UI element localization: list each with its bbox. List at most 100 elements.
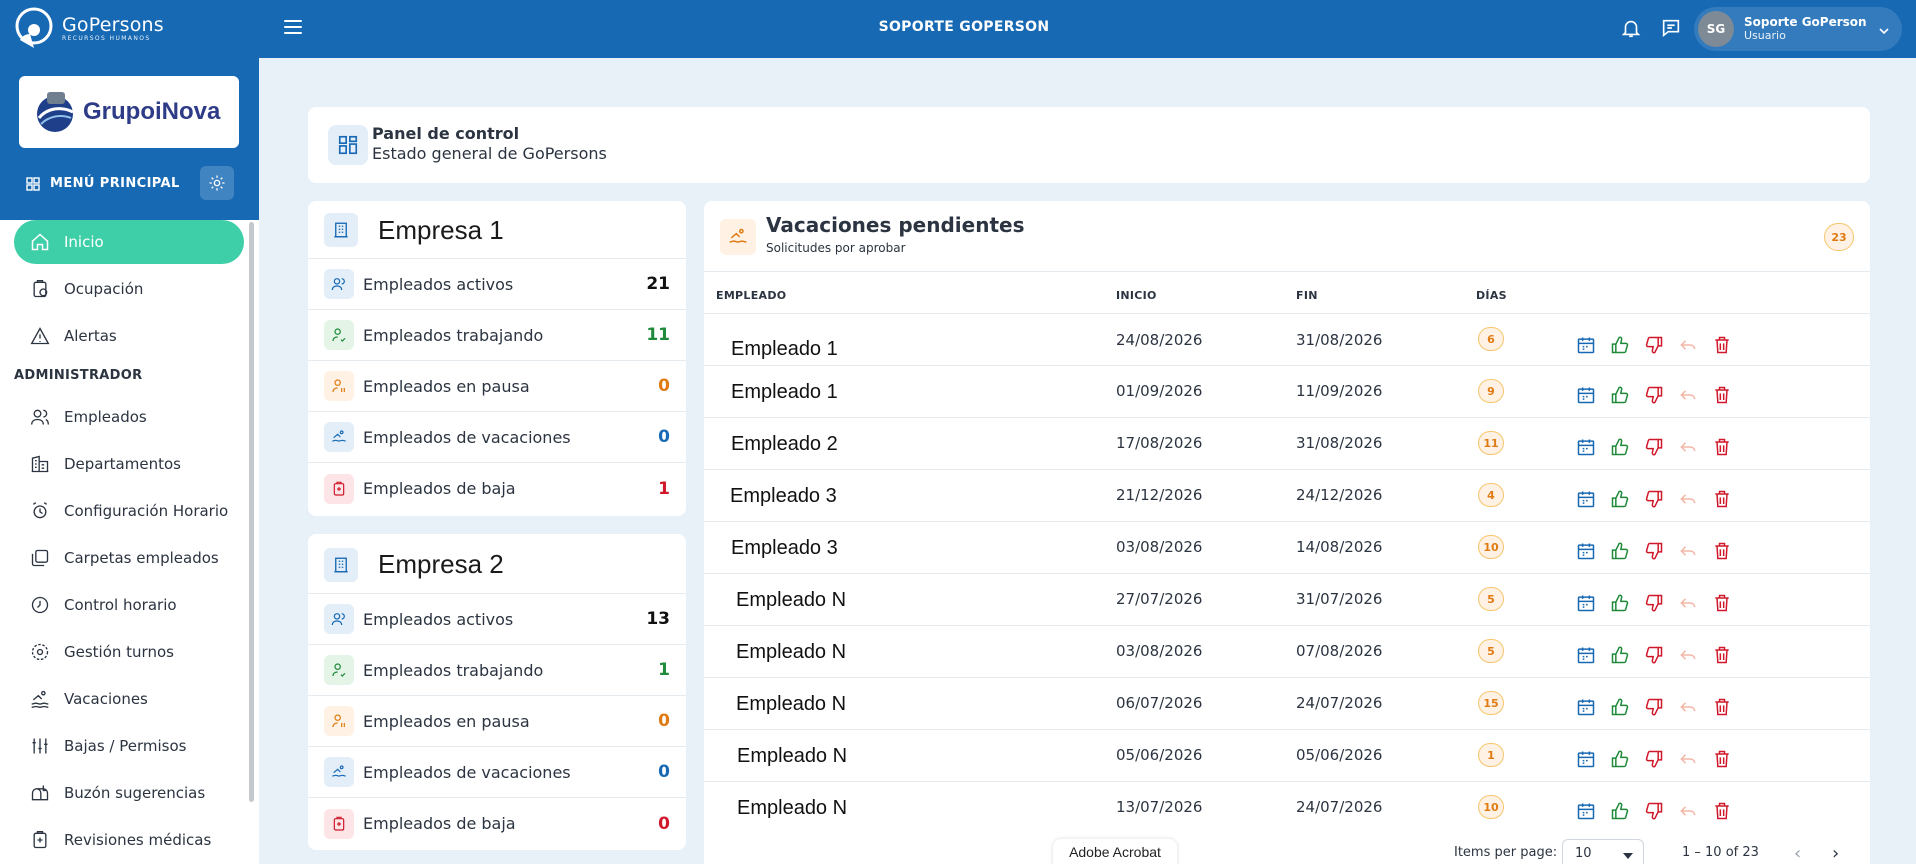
thumbs-down-icon[interactable]: [1644, 593, 1664, 613]
cell-fin: 24/12/2026: [1296, 486, 1383, 504]
sidebar-item-ocupacion[interactable]: Ocupación: [14, 267, 244, 311]
undo-icon[interactable]: [1678, 489, 1698, 509]
alarm-icon: [32, 502, 48, 519]
undo-icon[interactable]: [1678, 541, 1698, 561]
trash-icon[interactable]: [1712, 697, 1732, 717]
calendar-icon[interactable]: [1576, 541, 1596, 561]
stat-row-vacaciones: Empleados de vacaciones 0: [308, 747, 686, 798]
sidebar-item-revisiones-medicas[interactable]: Revisiones médicas: [14, 818, 244, 862]
previous-page-icon[interactable]: ‹: [1794, 843, 1801, 864]
thumbs-up-icon[interactable]: [1610, 385, 1630, 405]
user-menu[interactable]: SG Soporte GoPerson Usuario: [1694, 7, 1902, 51]
sidebar-item-label: Alertas: [64, 327, 117, 345]
row-actions: [1576, 335, 1732, 355]
folders-icon: [31, 549, 49, 567]
thumbs-down-icon[interactable]: [1644, 489, 1664, 509]
thumbs-up-icon[interactable]: [1610, 749, 1630, 769]
panel-header-card: Panel de control Estado general de GoPer…: [308, 107, 1870, 183]
calendar-icon[interactable]: [1576, 697, 1596, 717]
page-subtitle: Estado general de GoPersons: [372, 144, 607, 163]
column-header-dias[interactable]: DÍAS: [1476, 289, 1507, 302]
medical-icon: [33, 831, 47, 849]
sidebar-item-buzon-sugerencias[interactable]: Buzón sugerencias: [14, 771, 244, 815]
table-row: Empleado 2 17/08/2026 31/08/2026 11: [704, 417, 1870, 469]
thumbs-up-icon[interactable]: [1610, 645, 1630, 665]
calendar-icon[interactable]: [1576, 489, 1596, 509]
thumbs-down-icon[interactable]: [1644, 335, 1664, 355]
sidebar-item-bajas-permisos[interactable]: Bajas / Permisos: [14, 724, 244, 768]
undo-icon[interactable]: [1678, 593, 1698, 613]
sidebar-item-inicio[interactable]: Inicio: [14, 220, 244, 264]
thumbs-down-icon[interactable]: [1644, 541, 1664, 561]
undo-icon[interactable]: [1678, 801, 1698, 821]
sidebar-item-control-horario[interactable]: Control horario: [14, 583, 244, 627]
user-name: Soporte GoPerson: [1744, 15, 1867, 29]
sidebar-item-gestion-turnos[interactable]: Gestión turnos: [14, 630, 244, 674]
trash-icon[interactable]: [1712, 801, 1732, 821]
undo-icon[interactable]: [1678, 385, 1698, 405]
chat-icon[interactable]: [1660, 17, 1682, 39]
calendar-icon[interactable]: [1576, 801, 1596, 821]
clock-icon: [31, 596, 49, 614]
settings-button[interactable]: [200, 166, 234, 200]
calendar-icon[interactable]: [1576, 749, 1596, 769]
calendar-icon[interactable]: [1576, 385, 1596, 405]
sidebar-item-alertas[interactable]: Alertas: [14, 314, 244, 358]
calendar-icon[interactable]: [1576, 593, 1596, 613]
stat-value: 0: [658, 813, 670, 834]
sidebar-item-carpetas-empleados[interactable]: Carpetas empleados: [14, 536, 244, 580]
trash-icon[interactable]: [1712, 335, 1732, 355]
thumbs-up-icon[interactable]: [1610, 541, 1630, 561]
sidebar-item-vacaciones[interactable]: Vacaciones: [14, 677, 244, 721]
sidebar-item-configuracion-horario[interactable]: Configuración Horario: [14, 489, 244, 533]
thumbs-up-icon[interactable]: [1610, 593, 1630, 613]
thumbs-down-icon[interactable]: [1644, 385, 1664, 405]
undo-icon[interactable]: [1678, 437, 1698, 457]
trash-icon[interactable]: [1712, 489, 1732, 509]
undo-icon[interactable]: [1678, 697, 1698, 717]
trash-icon[interactable]: [1712, 749, 1732, 769]
thumbs-up-icon[interactable]: [1610, 335, 1630, 355]
thumbs-down-icon[interactable]: [1644, 801, 1664, 821]
next-page-icon[interactable]: ›: [1832, 843, 1839, 864]
sidebar-header: GrupoiNova MENÚ PRINCIPAL: [0, 58, 259, 220]
trash-icon[interactable]: [1712, 437, 1732, 457]
items-per-page-select[interactable]: 10: [1562, 839, 1644, 864]
trash-icon[interactable]: [1712, 385, 1732, 405]
undo-icon[interactable]: [1678, 335, 1698, 355]
column-header-inicio[interactable]: INICIO: [1116, 289, 1157, 302]
thumbs-down-icon[interactable]: [1644, 645, 1664, 665]
sidebar-item-departamentos[interactable]: Departamentos: [14, 442, 244, 486]
undo-icon[interactable]: [1678, 749, 1698, 769]
thumbs-up-icon[interactable]: [1610, 697, 1630, 717]
thumbs-up-icon[interactable]: [1610, 801, 1630, 821]
undo-icon[interactable]: [1678, 645, 1698, 665]
thumbs-down-icon[interactable]: [1644, 749, 1664, 769]
stat-label: Empleados en pausa: [363, 376, 530, 396]
sidebar-scrollbar[interactable]: [249, 222, 254, 802]
stat-label: Empleados trabajando: [363, 660, 544, 680]
sidebar-item-empleados[interactable]: Empleados: [14, 395, 244, 439]
thumbs-up-icon[interactable]: [1610, 489, 1630, 509]
column-header-empleado[interactable]: EMPLEADO: [716, 289, 786, 302]
calendar-icon[interactable]: [1576, 437, 1596, 457]
calendar-icon[interactable]: [1576, 335, 1596, 355]
trash-icon[interactable]: [1712, 645, 1732, 665]
calendar-icon[interactable]: [1576, 645, 1596, 665]
avatar: SG: [1698, 11, 1734, 47]
column-header-fin[interactable]: FIN: [1296, 289, 1318, 302]
page-range: 1 – 10 of 23: [1682, 845, 1759, 860]
adobe-acrobat-tab[interactable]: Adobe Acrobat: [1053, 839, 1177, 864]
thumbs-down-icon[interactable]: [1644, 697, 1664, 717]
users-icon: [324, 269, 354, 299]
thumbs-up-icon[interactable]: [1610, 437, 1630, 457]
trash-icon[interactable]: [1712, 593, 1732, 613]
main-menu-label[interactable]: MENÚ PRINCIPAL: [26, 176, 180, 191]
trash-icon[interactable]: [1712, 541, 1732, 561]
bell-icon[interactable]: [1620, 17, 1642, 39]
table-divider: [704, 271, 1870, 272]
days-badge: 5: [1478, 587, 1504, 611]
thumbs-down-icon[interactable]: [1644, 437, 1664, 457]
gear-icon: [209, 175, 225, 191]
paused-user-icon: [324, 706, 354, 736]
